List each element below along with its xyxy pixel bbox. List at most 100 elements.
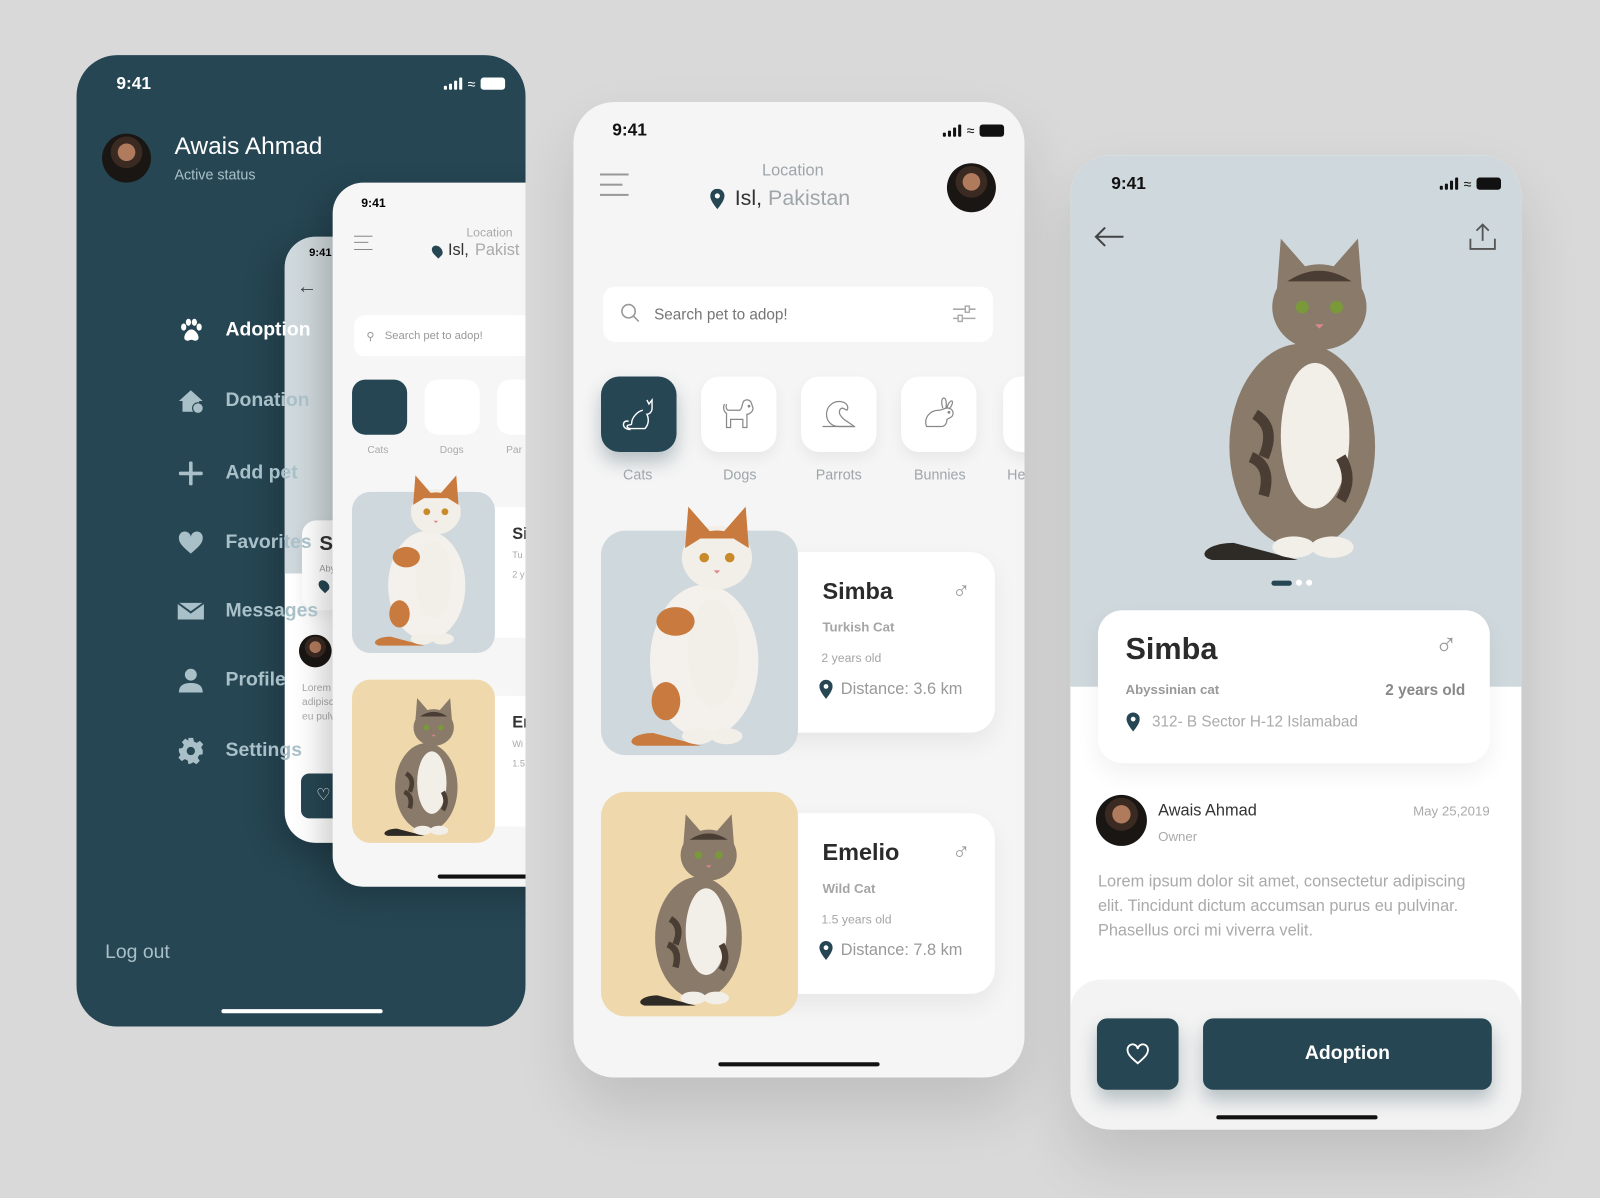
category-parrots[interactable]	[801, 376, 877, 453]
cat-photo	[1191, 218, 1405, 567]
adoption-button[interactable]: Adoption	[1203, 1018, 1492, 1090]
cat-icon	[622, 397, 653, 431]
category-dogs[interactable]	[701, 376, 777, 453]
menu-label: Messages	[225, 599, 319, 622]
bottom-action-panel: Adoption	[1070, 979, 1522, 1130]
carousel-dot[interactable]	[1306, 579, 1313, 586]
mini-location-label: Location	[466, 225, 513, 240]
owner-name: Awais Ahmad	[1158, 802, 1257, 820]
cat-photo	[630, 804, 763, 1008]
home-indicator	[437, 874, 526, 879]
user-avatar[interactable]	[102, 133, 152, 183]
pin-icon	[316, 578, 332, 594]
category-cats[interactable]	[601, 376, 677, 453]
pet-breed: Wild Cat	[822, 880, 876, 896]
pet-address-text: 312- B Sector H-12 Islamabad	[1152, 713, 1358, 731]
category-bunnies[interactable]	[901, 376, 977, 453]
pet-detail-card: Simba ♂ Abyssinian cat 2 years old 312- …	[1097, 610, 1490, 764]
filter-icon[interactable]	[952, 304, 976, 324]
mini-time: 9:41	[361, 195, 386, 211]
user-name: Awais Ahmad	[174, 132, 323, 161]
pet-age: 2 years old	[1385, 681, 1466, 699]
location-label: Location	[761, 162, 824, 180]
pin-icon	[819, 941, 833, 960]
user-avatar[interactable]	[946, 163, 996, 213]
pet-distance-text: Distance: 7.8 km	[840, 941, 963, 959]
menu-item-messages[interactable]: Messages	[177, 597, 319, 626]
carousel-dot[interactable]	[1295, 579, 1303, 586]
mini-pet-name: S	[319, 532, 334, 556]
mini-category-cats[interactable]	[352, 379, 408, 435]
pet-address: 312- B Sector H-12 Islamabad	[1126, 712, 1358, 732]
pet-breed: Turkish Cat	[822, 619, 895, 635]
user-status: Active status	[174, 166, 256, 183]
menu-label: Add pet	[225, 462, 298, 484]
mini-card-text: Si Tu 2 y	[512, 525, 525, 580]
male-gender-icon: ♂	[952, 577, 971, 606]
status-time: 9:41	[1111, 173, 1146, 193]
menu-label: Adoption	[225, 319, 311, 341]
pin-icon	[710, 188, 725, 210]
mini-lorem-line: eu pulv	[302, 711, 335, 723]
home-indicator	[1216, 1115, 1378, 1120]
paw-icon	[181, 318, 202, 341]
location-selector[interactable]: Isl, Pakistan	[710, 187, 850, 211]
battery-icon	[979, 124, 1005, 137]
share-icon[interactable]	[1467, 222, 1498, 251]
category-more[interactable]	[1003, 376, 1025, 453]
mini-location[interactable]: Isl, Pakist	[429, 242, 519, 260]
home-indicator	[718, 1062, 880, 1067]
menu-item-favorites[interactable]: Favorites	[177, 529, 312, 558]
male-gender-icon: ♂	[1434, 628, 1458, 663]
carousel-dots[interactable]	[1271, 579, 1313, 586]
mini-time: 9:41	[309, 246, 332, 260]
mini-pet-age: 2 y	[512, 569, 525, 580]
pet-age: 2 years old	[821, 651, 882, 666]
pet-distance: Distance: 3.6 km	[819, 679, 962, 699]
mini-pet-breed: Wi	[512, 738, 523, 749]
drawer-screen: 9:41 ≈ Awais Ahmad Active status 9:41 ← …	[76, 55, 526, 1027]
location-country: Pakistan	[768, 186, 851, 211]
menu-item-profile[interactable]: Profile	[177, 666, 286, 695]
mini-search-bar[interactable]: ⚲ Search pet to adop!	[354, 315, 526, 357]
mini-lorem-line: adipisc	[302, 696, 334, 709]
logout-button[interactable]: Log out	[105, 942, 170, 964]
menu-label: Settings	[225, 739, 302, 762]
category-label: He	[1007, 466, 1025, 483]
hamburger-icon[interactable]	[354, 235, 373, 250]
mini-lorem: Lorem adipisc eu pulv	[302, 682, 335, 725]
pet-name: Simba	[822, 577, 893, 605]
donation-house-icon	[178, 390, 204, 415]
mini-category-label: Cats	[367, 444, 389, 457]
mini-category-parrots[interactable]	[496, 379, 526, 435]
signal-icon	[444, 77, 463, 90]
owner-avatar[interactable]	[1095, 794, 1147, 846]
search-bar[interactable]	[603, 286, 993, 342]
location-city: Isl,	[734, 186, 763, 211]
back-arrow-icon[interactable]: ←	[297, 276, 317, 299]
heart-outline-icon	[1126, 1043, 1149, 1065]
cat-photo	[363, 466, 485, 648]
status-time: 9:41	[116, 73, 152, 93]
dog-icon	[723, 399, 754, 429]
mini-category-dogs[interactable]	[424, 379, 480, 435]
cat-photo	[614, 494, 787, 749]
menu-item-donation[interactable]: Donation	[177, 387, 310, 416]
mini-pet-name: Si	[512, 525, 525, 543]
menu-item-settings[interactable]: Settings	[177, 737, 302, 766]
search-input[interactable]	[654, 302, 930, 327]
cat-photo	[379, 688, 471, 841]
mini-pet-breed: Tu	[512, 549, 523, 561]
menu-item-add-pet[interactable]: Add pet	[177, 459, 298, 488]
mini-pet-name: Er	[512, 714, 525, 732]
category-label: Dogs	[723, 466, 757, 483]
back-arrow-icon[interactable]	[1093, 224, 1126, 248]
carousel-dot-active[interactable]	[1271, 580, 1292, 586]
pet-name: Simba	[1125, 632, 1218, 667]
category-label: Bunnies	[913, 466, 966, 483]
pet-name: Emelio	[822, 838, 900, 866]
favorite-button[interactable]	[1096, 1018, 1179, 1090]
mini-lorem-line: Lorem	[302, 682, 331, 694]
parrot-icon	[822, 400, 856, 428]
menu-item-adoption[interactable]: Adoption	[177, 316, 311, 345]
